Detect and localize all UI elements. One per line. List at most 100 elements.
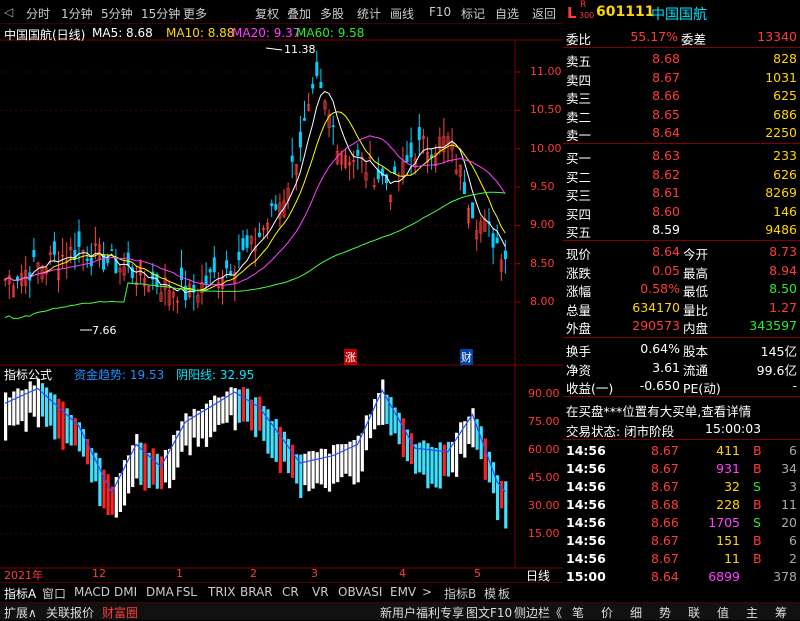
zhang-badge[interactable]: 涨 [344, 349, 357, 365]
indicator-tab[interactable]: ASI [363, 585, 382, 599]
stats-label: 股本 [683, 344, 709, 359]
sell-price[interactable]: 8.65 [652, 107, 680, 122]
buy-label: 买三 [566, 188, 592, 203]
buy-price[interactable]: 8.60 [652, 204, 680, 219]
footer-tab-5[interactable]: 值 [717, 604, 729, 621]
toolbar-2[interactable]: 5分钟 [101, 5, 133, 22]
kline-chart[interactable] [0, 24, 563, 582]
price-tick-label: 11.00 [530, 65, 562, 78]
indicator-tab[interactable]: > [422, 585, 432, 599]
indicator-bar [28, 381, 32, 413]
buy-price[interactable]: 8.61 [652, 185, 680, 200]
sell-volume: 828 [773, 51, 797, 66]
x-tick-label: 12 [92, 567, 106, 580]
candle-body [241, 238, 245, 250]
indicator-tabs: 指标A 窗口 MACD DMI DMA FSL TRIX BRAR CR VR OBV ASI EMV >… [0, 582, 563, 602]
stats-row: 净资 3.61 流通 99.6亿 [563, 359, 800, 378]
candle-body [319, 82, 323, 89]
toolbar-12[interactable]: 自选 [495, 5, 519, 22]
indicator-tab[interactable]: DMA [146, 585, 174, 599]
ma20-label: MA20: 9.37 [232, 26, 301, 40]
toolbar-10[interactable]: F10 [429, 5, 451, 19]
stock-code[interactable]: 601111 [596, 4, 654, 20]
stats-value: -0.650 [639, 378, 680, 393]
indicator-bar [188, 416, 192, 456]
indicator-bar [483, 438, 487, 480]
footer-left-2[interactable]: 财富圈 [102, 604, 138, 621]
footer-tab-4[interactable]: 联 [688, 604, 700, 621]
indicator-tab[interactable]: DMI [114, 585, 137, 599]
sell-price[interactable]: 8.68 [652, 51, 680, 66]
candle-body [315, 61, 319, 77]
toolbar-6[interactable]: 叠加 [287, 5, 311, 22]
indicator-tab[interactable]: OBV [338, 585, 364, 599]
indicator-bar [446, 441, 450, 477]
back-arrow-icon[interactable]: ◁ [4, 5, 13, 19]
toolbar-5[interactable]: 复权 [255, 5, 279, 22]
quote-row: 涨幅 0.58% 最低 8.50 [563, 280, 800, 299]
footer-tab-2[interactable]: 细 [630, 604, 642, 621]
indicator-bar [143, 443, 147, 491]
footer-tab-0[interactable]: 笔 [572, 604, 584, 621]
toolbar-0[interactable]: 分时 [26, 5, 50, 22]
toolbar-7[interactable]: 多股 [320, 5, 344, 22]
candle-body [85, 258, 89, 261]
tick-row: 14:56 8.68 228 B 11 [563, 496, 800, 514]
toolbar-3[interactable]: 15分钟 [141, 5, 180, 22]
indicator-tab[interactable]: 指标B [444, 585, 476, 602]
footer-left-1[interactable]: 关联报价 [46, 604, 94, 621]
indicator-bar [311, 450, 315, 489]
tick-row: 14:56 8.67 151 B 6 [563, 532, 800, 550]
low-label: 7.66 [92, 324, 117, 337]
indicator-bar [332, 445, 336, 484]
indicator-tab[interactable]: VR [312, 585, 329, 599]
footer-tab-3[interactable]: 势 [659, 604, 671, 621]
indicator-tab[interactable]: 模 [484, 585, 496, 602]
indicator-tab[interactable]: BRAR [240, 585, 273, 599]
toolbar-4[interactable]: 更多 [183, 5, 207, 22]
indicator-tab[interactable]: TRIX [208, 585, 235, 599]
indicator-bar [135, 434, 139, 479]
footer-mid-2[interactable]: 侧边栏《 [514, 604, 562, 621]
indicator-tab[interactable]: 板 [498, 585, 510, 602]
indicator-tab[interactable]: EMV [390, 585, 416, 599]
stock-name[interactable]: 中国国航 [651, 4, 707, 24]
footer-mid-1[interactable]: 图文F10 [466, 604, 512, 621]
indicator-tab[interactable]: CR [282, 585, 299, 599]
cai-badge[interactable]: 财 [460, 349, 473, 365]
indicator-bar [98, 458, 102, 507]
toolbar-9[interactable]: 画线 [390, 5, 414, 22]
indicator-tab[interactable]: 指标A [4, 585, 36, 602]
toolbar-11[interactable]: 标记 [461, 5, 485, 22]
footer-left-0[interactable]: 扩展∧ [4, 604, 37, 621]
toolbar-1[interactable]: 1分钟 [61, 5, 93, 22]
sell-price[interactable]: 8.66 [652, 88, 680, 103]
buy-price[interactable]: 8.63 [652, 148, 680, 163]
footer-tab-1[interactable]: 价 [601, 604, 613, 621]
toolbar-13[interactable]: 返回 [532, 5, 556, 22]
buy-price[interactable]: 8.62 [652, 167, 680, 182]
footer-tab-7[interactable]: 筹 [775, 604, 787, 621]
big-order-notice[interactable]: 在买盘***位置有大买单,查看详情 [566, 401, 751, 420]
indicator-bar [36, 378, 40, 428]
toolbar-8[interactable]: 统计 [357, 5, 381, 22]
sell-price[interactable]: 8.64 [652, 125, 680, 140]
quote-value: 1.27 [769, 299, 797, 315]
indicator-bar [282, 431, 286, 462]
badge-num: 300 [579, 11, 595, 20]
indicator-bar [16, 388, 20, 425]
indicator-tab[interactable]: MACD [74, 585, 110, 599]
indicator-bar [438, 442, 442, 489]
high-pointer [265, 47, 283, 51]
stats-value: 3.61 [652, 359, 680, 375]
footer-tab-6[interactable]: 主 [746, 604, 758, 621]
sell-price[interactable]: 8.67 [652, 70, 680, 85]
indicator-tab[interactable]: FSL [176, 585, 197, 599]
buy-price[interactable]: 8.59 [652, 222, 680, 237]
candle-body [471, 202, 475, 219]
indicator-tab[interactable]: 窗口 [42, 585, 66, 602]
sell-volume: 1031 [765, 69, 797, 85]
tick-time: 14:56 [566, 443, 606, 458]
indicator-title[interactable]: 指标公式 [4, 366, 52, 383]
footer-mid-0[interactable]: 新用户福利专享 [380, 604, 464, 621]
